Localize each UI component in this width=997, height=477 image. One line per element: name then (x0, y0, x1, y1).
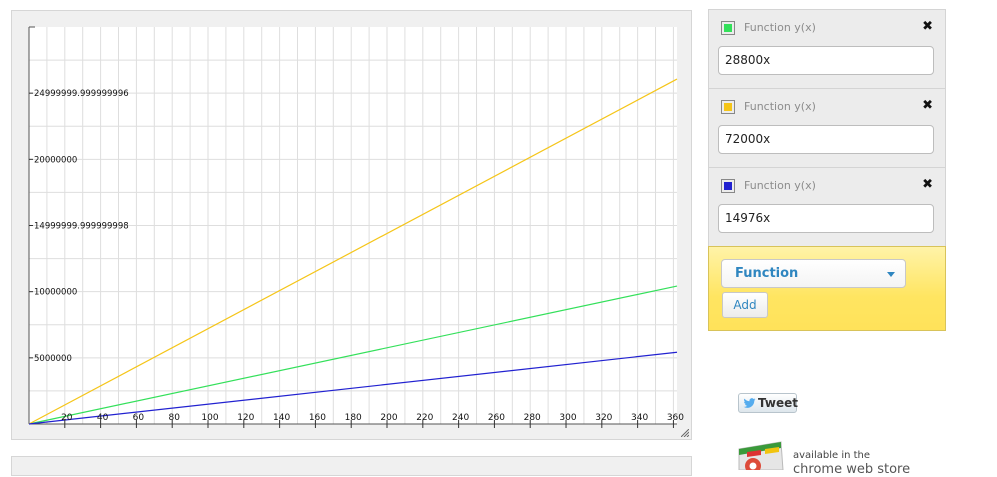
function-sidebar: Function y(x) ✖ 28800x Function y(x) ✖ 7… (708, 9, 946, 331)
close-icon[interactable]: ✖ (922, 98, 933, 113)
function-title: Function y(x) (744, 100, 816, 113)
function-type-label: Function (735, 266, 799, 281)
x-tick-label: 20 (61, 413, 73, 423)
plot-panel: 5000000 10000000 14999999.999999998 2000000… (11, 10, 692, 440)
swatch-fill (724, 24, 732, 32)
twitter-bird-icon (743, 398, 756, 408)
chevron-down-icon (887, 272, 895, 277)
y-tick-label: 14999999.999999998 (34, 222, 129, 232)
x-tick-label: 200 (380, 413, 397, 423)
function-block-3: Function y(x) ✖ 14976x (708, 167, 946, 246)
bottom-panel (11, 456, 692, 476)
function-type-select[interactable]: Function (721, 259, 906, 288)
tweet-label: Tweet (758, 396, 798, 410)
y-tick-label: 10000000 (34, 288, 77, 298)
x-tick-label: 180 (345, 413, 362, 423)
color-swatch-icon[interactable] (721, 179, 735, 193)
swatch-fill (724, 182, 732, 190)
function-input[interactable]: 28800x (718, 46, 934, 75)
close-icon[interactable]: ✖ (922, 19, 933, 34)
x-tick-label: 360 (667, 413, 684, 423)
function-title: Function y(x) (744, 21, 816, 34)
x-tick-label: 140 (273, 413, 290, 423)
x-tick-label: 160 (309, 413, 326, 423)
chrome-web-store-logo[interactable] (737, 441, 785, 470)
tweet-button[interactable]: Tweet (738, 393, 798, 413)
function-input[interactable]: 14976x (718, 204, 934, 233)
resize-grip-icon[interactable] (681, 429, 689, 437)
x-tick-label: 220 (416, 413, 433, 423)
plot-canvas[interactable]: 5000000 10000000 14999999.999999998 2000000… (12, 11, 693, 441)
function-title: Function y(x) (744, 179, 816, 192)
function-block-2: Function y(x) ✖ 72000x (708, 88, 946, 167)
color-swatch-icon[interactable] (721, 100, 735, 114)
close-icon[interactable]: ✖ (922, 177, 933, 192)
y-tick-label: 20000000 (34, 155, 77, 165)
x-tick-label: 320 (595, 413, 612, 423)
x-tick-label: 80 (168, 413, 180, 423)
x-tick-label: 100 (201, 413, 218, 423)
x-tick-label: 240 (452, 413, 469, 423)
y-tick-label: 24999999.999999996 (34, 89, 129, 99)
x-tick-label: 340 (631, 413, 648, 423)
add-button[interactable]: Add (722, 292, 768, 318)
add-function-panel: Function Add (708, 246, 946, 331)
function-input[interactable]: 72000x (718, 125, 934, 154)
x-tick-label: 260 (488, 413, 505, 423)
x-tick-label: 40 (97, 413, 109, 423)
function-block-1: Function y(x) ✖ 28800x (708, 9, 946, 88)
x-tick-label: 280 (524, 413, 541, 423)
store-caption: available in the (793, 450, 871, 461)
x-tick-label: 60 (133, 413, 145, 423)
x-tick-label: 300 (559, 413, 576, 423)
swatch-fill (724, 103, 732, 111)
y-tick-label: 5000000 (34, 354, 72, 364)
x-tick-label: 120 (237, 413, 254, 423)
color-swatch-icon[interactable] (721, 21, 735, 35)
